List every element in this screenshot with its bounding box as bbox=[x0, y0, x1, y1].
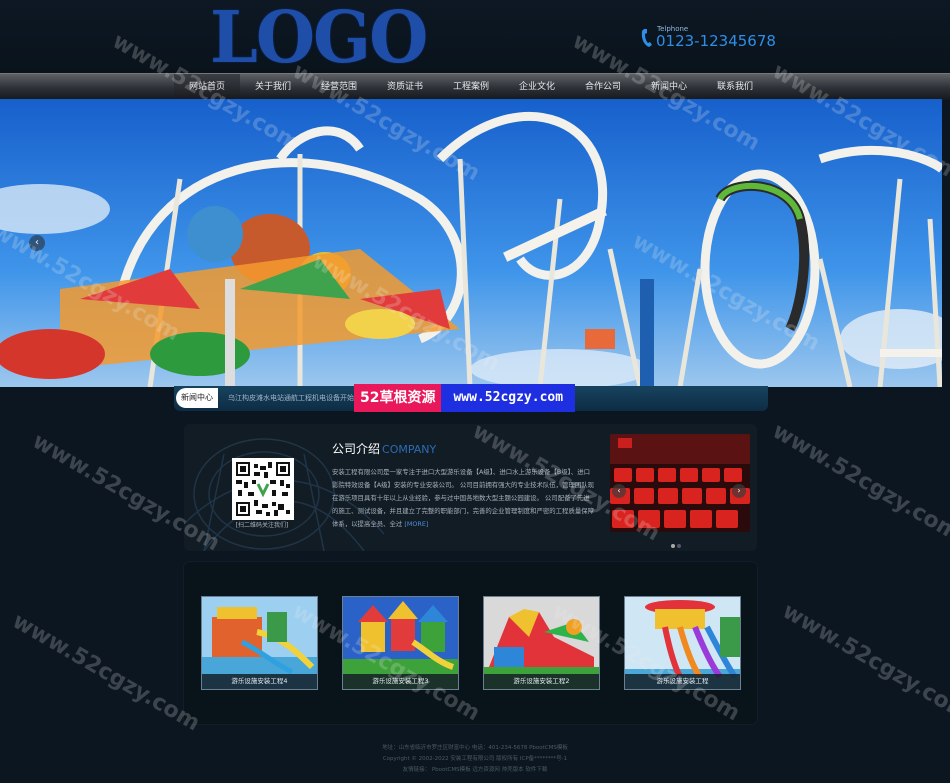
more-link[interactable]: [MORE] bbox=[404, 520, 428, 528]
company-description: 安装工程有限公司是一家专注于进口大型游乐设备【A级】、进口水上游乐设备【B级】、… bbox=[332, 466, 596, 531]
nav-item-certificates[interactable]: 资质证书 bbox=[372, 74, 438, 100]
qr-caption: [扫二维码关注我们] bbox=[235, 522, 289, 529]
project-card-title: 游乐设施安装工程 bbox=[625, 674, 740, 689]
project-card[interactable]: 游乐设施安装工程2 bbox=[483, 596, 600, 690]
news-ticker-text[interactable]: 乌江构皮滩水电站通航工程机电设备开始安 bbox=[228, 386, 361, 411]
nav-item-cases[interactable]: 工程案例 bbox=[438, 74, 504, 100]
project-card-title: 游乐设施安装工程2 bbox=[484, 674, 599, 689]
photo-next-arrow[interactable]: › bbox=[732, 484, 746, 498]
watermark-text: www.52cgzy.com bbox=[777, 598, 950, 727]
phone-icon bbox=[641, 29, 652, 47]
news-label[interactable]: 新闻中心 bbox=[176, 388, 218, 408]
qr-code bbox=[232, 458, 294, 520]
company-description-text: 安装工程有限公司是一家专注于进口大型游乐设备【A级】、进口水上游乐设备【B级】、… bbox=[332, 468, 595, 528]
watermark-left: 52草根资源 bbox=[354, 384, 442, 412]
watermark-right: www.52cgzy.com bbox=[441, 384, 576, 412]
watermark-banner: 52草根资源 www.52cgzy.com bbox=[354, 384, 576, 412]
hero-banner: ‹ bbox=[0, 99, 942, 387]
nav-item-home[interactable]: 网站首页 bbox=[174, 74, 240, 100]
nav-item-about[interactable]: 关于我们 bbox=[240, 74, 306, 100]
section-title-en: COMPANY bbox=[382, 443, 437, 456]
nav-item-contact[interactable]: 联系我们 bbox=[702, 74, 768, 100]
carousel-dot[interactable] bbox=[671, 544, 675, 548]
site-logo[interactable]: LOGO bbox=[210, 0, 428, 76]
watermark-text: www.52cgzy.com bbox=[7, 608, 204, 737]
site-footer: 地址：山东省临沂市罗庄区财富中心 电话：401-234-5678 PbootCM… bbox=[0, 743, 950, 776]
project-cases-section: 游乐设施安装工程4 游乐设施安装工程3 游乐设施安装工程2 游乐设施安装工程 bbox=[184, 562, 757, 724]
nav-item-partners[interactable]: 合作公司 bbox=[570, 74, 636, 100]
phone-number: 0123-12345678 bbox=[656, 32, 776, 50]
chevron-left-icon: ‹ bbox=[35, 237, 39, 248]
main-nav: 网站首页 关于我们 经营范围 资质证书 工程案例 企业文化 合作公司 新闻中心 … bbox=[0, 73, 950, 100]
banner-prev-arrow[interactable]: ‹ bbox=[29, 235, 45, 251]
company-intro-section: [扫二维码关注我们] 公司介绍 COMPANY 安装工程有限公司是一家专注于进口大… bbox=[184, 424, 757, 551]
project-card-title: 游乐设施安装工程3 bbox=[343, 674, 458, 689]
watermark-text: www.52cgzy.com bbox=[767, 418, 950, 547]
carousel-dots bbox=[670, 533, 682, 551]
cinema-photo: ‹ › bbox=[610, 434, 750, 532]
nav-item-culture[interactable]: 企业文化 bbox=[504, 74, 570, 100]
section-title: 公司介绍 COMPANY bbox=[332, 440, 436, 457]
carousel-dot[interactable] bbox=[677, 544, 681, 548]
footer-links[interactable]: 友情链接： PbootCMS模板 远方资源网 帅壳版本 软件下载 bbox=[0, 765, 950, 776]
footer-address: 地址：山东省临沂市罗庄区财富中心 电话：401-234-5678 PbootCM… bbox=[382, 745, 568, 751]
nav-item-news[interactable]: 新闻中心 bbox=[636, 74, 702, 100]
project-card-title: 游乐设施安装工程4 bbox=[202, 674, 317, 689]
project-card[interactable]: 游乐设施安装工程4 bbox=[201, 596, 318, 690]
cinema-seats-image bbox=[610, 434, 750, 532]
section-title-cn: 公司介绍 bbox=[332, 442, 381, 456]
footer-copyright: Copyright © 2002-2022 安装工程有限公司 版权所有 ICP备… bbox=[382, 756, 568, 762]
nav-item-scope[interactable]: 经营范围 bbox=[306, 74, 372, 100]
qr-code-icon bbox=[234, 460, 292, 518]
roller-coaster-image bbox=[0, 99, 942, 387]
photo-prev-arrow[interactable]: ‹ bbox=[612, 484, 626, 498]
project-card[interactable]: 游乐设施安装工程 bbox=[624, 596, 741, 690]
site-header: LOGO Telphone 0123-12345678 bbox=[0, 0, 950, 76]
project-card[interactable]: 游乐设施安装工程3 bbox=[342, 596, 459, 690]
